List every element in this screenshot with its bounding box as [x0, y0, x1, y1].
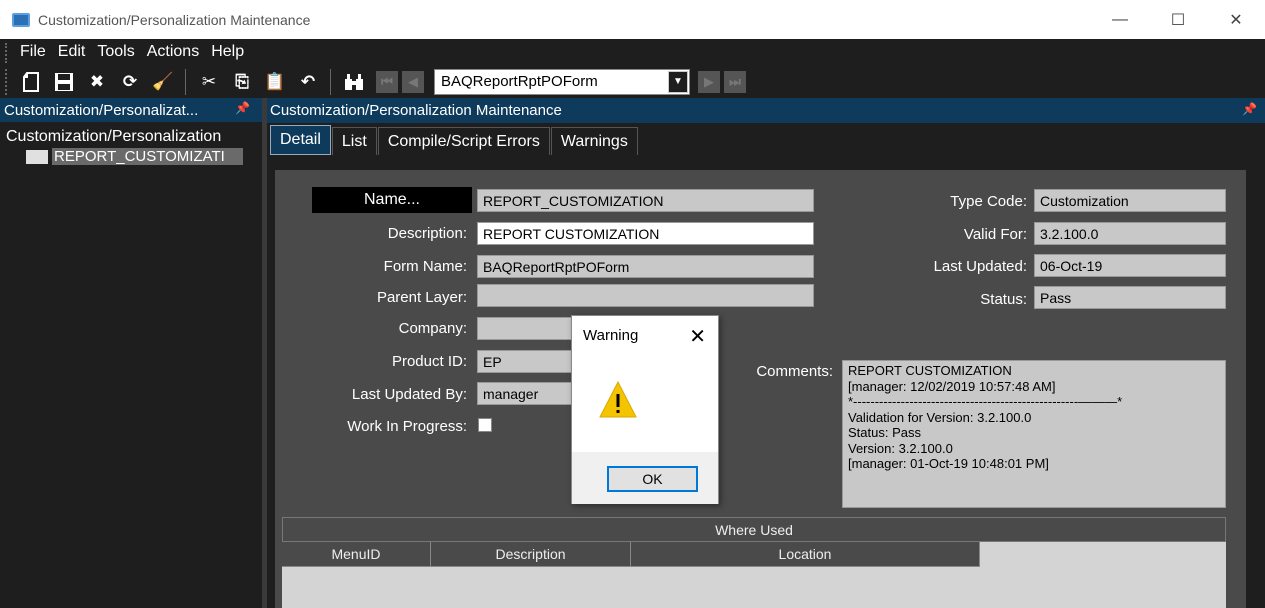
clear-icon[interactable]: 🧹: [152, 71, 174, 93]
comments-label: Comments:: [756, 363, 833, 380]
column-header-location[interactable]: Location: [631, 542, 980, 567]
description-label: Description:: [387, 225, 467, 242]
parent-layer-label: Parent Layer:: [376, 289, 467, 306]
form-selector[interactable]: BAQReportRptPOForm ▼: [434, 68, 690, 95]
undo-icon[interactable]: ↶: [297, 71, 319, 93]
where-used-title: Where Used: [282, 517, 1226, 542]
tab-list[interactable]: List: [331, 127, 377, 155]
tab-detail[interactable]: Detail: [270, 125, 331, 155]
last-record-icon[interactable]: ⏭: [724, 70, 746, 93]
company-label: Company:: [398, 320, 467, 337]
ok-button[interactable]: OK: [607, 466, 698, 492]
comments-line: [manager: 12/02/2019 10:57:48 AM]: [848, 378, 1056, 394]
column-header-description[interactable]: Description: [431, 542, 631, 567]
save-icon[interactable]: [53, 71, 75, 93]
tab-warnings[interactable]: Warnings: [550, 127, 638, 155]
dialog-button-area: OK: [572, 452, 718, 504]
where-used-grid: Where Used MenuID Description Location: [282, 517, 1226, 608]
menu-edit[interactable]: Edit: [58, 43, 86, 61]
valid-for-field[interactable]: 3.2.100.0: [1034, 222, 1226, 245]
tree-panel: Customization/Personalizat... 📌 Customiz…: [0, 98, 262, 608]
status-label: Status:: [980, 291, 1027, 308]
tree-item-label: REPORT_CUSTOMIZATI: [52, 148, 243, 165]
first-record-icon[interactable]: ⏮: [376, 70, 398, 93]
menu-grip[interactable]: [5, 43, 8, 63]
name-button[interactable]: Name...: [312, 187, 472, 213]
next-record-icon[interactable]: ▶: [698, 70, 720, 93]
search-binoculars-icon[interactable]: [343, 71, 365, 93]
folder-icon: [26, 149, 48, 164]
tab-strip: Detail List Compile/Script Errors Warnin…: [267, 123, 1265, 155]
new-icon[interactable]: [20, 71, 42, 93]
window-title: Customization/Personalization Maintenanc…: [38, 11, 311, 28]
dialog-close-button[interactable]: ✕: [689, 324, 706, 349]
last-updated-by-label: Last Updated By:: [351, 386, 467, 403]
paste-icon[interactable]: 📋: [264, 71, 286, 93]
toolbar-separator: [185, 68, 186, 95]
comments-line: Validation for Version: 3.2.100.0: [848, 409, 1032, 425]
main-panel-header: Customization/Personalization Maintenanc…: [267, 98, 1265, 123]
menu-file[interactable]: File: [20, 43, 46, 61]
cut-icon[interactable]: ✂: [198, 71, 220, 93]
warning-icon: [598, 380, 638, 420]
work-in-progress-label: Work In Progress:: [347, 418, 467, 435]
comments-field[interactable]: REPORT CUSTOMIZATION [manager: 12/02/201…: [842, 360, 1226, 508]
tree-panel-header: Customization/Personalizat... 📌: [0, 98, 262, 122]
status-field[interactable]: Pass: [1034, 286, 1226, 309]
company-field[interactable]: [477, 317, 577, 340]
main-panel: Customization/Personalization Maintenanc…: [267, 98, 1265, 608]
tab-compile-errors[interactable]: Compile/Script Errors: [377, 127, 550, 155]
tree-item-report-customization[interactable]: REPORT_CUSTOMIZATI: [26, 148, 262, 165]
dialog-title: Warning: [583, 327, 639, 344]
chevron-down-icon[interactable]: ▼: [668, 70, 688, 93]
type-code-field[interactable]: Customization: [1034, 189, 1226, 212]
form-name-label: Form Name:: [383, 258, 467, 275]
type-code-label: Type Code:: [950, 193, 1027, 210]
name-field[interactable]: REPORT_CUSTOMIZATION: [477, 189, 814, 212]
valid-for-label: Valid For:: [963, 226, 1027, 243]
close-window-button[interactable]: ✕: [1207, 0, 1265, 39]
comments-line: REPORT CUSTOMIZATION: [848, 363, 1012, 378]
refresh-icon[interactable]: ⟳: [119, 71, 141, 93]
product-id-field[interactable]: EP: [477, 350, 577, 373]
copy-icon[interactable]: ⎘: [231, 71, 253, 93]
description-field[interactable]: REPORT CUSTOMIZATION: [477, 222, 814, 245]
last-updated-label: Last Updated:: [933, 258, 1027, 275]
window-titlebar: Customization/Personalization Maintenanc…: [0, 0, 1265, 39]
menu-bar: File Edit Tools Actions Help: [0, 39, 1265, 65]
tree-panel-title: Customization/Personalizat...: [4, 101, 199, 119]
maximize-button[interactable]: ☐: [1149, 0, 1207, 39]
last-updated-by-field[interactable]: manager: [477, 382, 577, 405]
comments-line: *---------------------------------------…: [848, 394, 1123, 409]
parent-layer-field[interactable]: [477, 284, 814, 307]
menu-actions[interactable]: Actions: [147, 43, 199, 61]
delete-icon[interactable]: ✖: [86, 71, 108, 93]
tree-root[interactable]: Customization/Personalization: [0, 128, 262, 146]
toolbar-separator: [330, 68, 331, 95]
previous-record-icon[interactable]: ◀: [402, 70, 424, 93]
column-header-menuid[interactable]: MenuID: [282, 542, 431, 567]
comments-line: Status: Pass: [848, 425, 921, 440]
toolbar-grip[interactable]: [5, 69, 8, 95]
toolbar: ✖ ⟳ 🧹 ✂ ⎘ 📋 ↶ ⏮ ◀ BAQReportRptPOForm ▼ ▶…: [0, 65, 1265, 98]
last-updated-field[interactable]: 06-Oct-19: [1034, 254, 1226, 277]
comments-line: Version: 3.2.100.0: [848, 440, 953, 456]
app-icon: [12, 12, 30, 27]
work-in-progress-checkbox[interactable]: [478, 418, 492, 432]
pin-icon[interactable]: 📌: [235, 101, 250, 115]
menu-tools[interactable]: Tools: [97, 43, 134, 61]
pin-icon[interactable]: 📌: [1242, 102, 1257, 116]
detail-form: Name... REPORT_CUSTOMIZATION Description…: [275, 170, 1246, 608]
product-id-label: Product ID:: [391, 353, 467, 370]
minimize-button[interactable]: —: [1091, 0, 1149, 39]
menu-help[interactable]: Help: [211, 43, 244, 61]
form-selector-value: BAQReportRptPOForm: [441, 73, 598, 90]
comments-line: [manager: 01-Oct-19 10:48:01 PM]: [848, 456, 1049, 471]
main-panel-title: Customization/Personalization Maintenanc…: [270, 102, 562, 119]
warning-dialog: Warning ✕ OK: [571, 315, 719, 504]
form-name-field[interactable]: BAQReportRptPOForm: [477, 255, 814, 278]
